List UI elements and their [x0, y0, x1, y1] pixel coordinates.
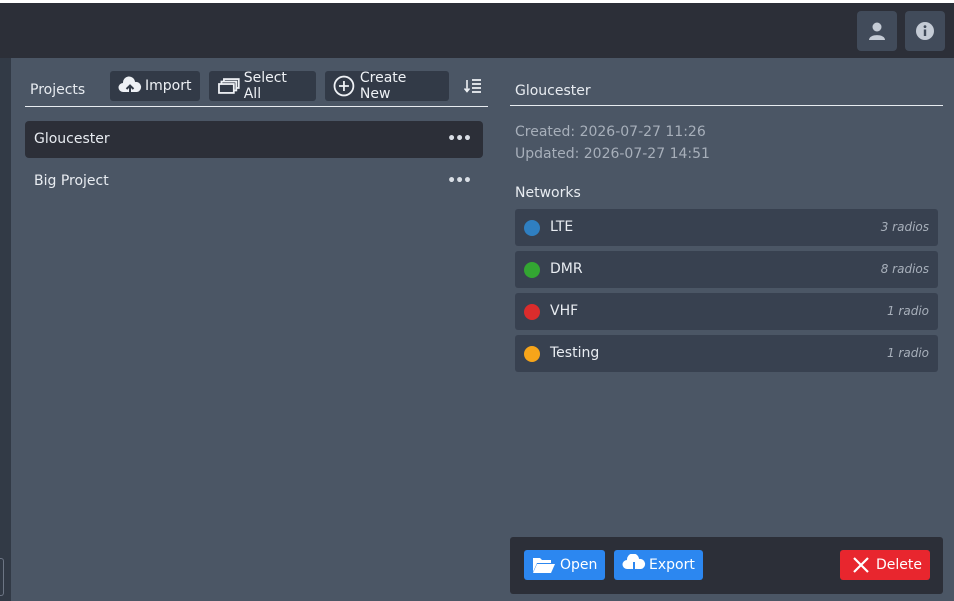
detail-title: Gloucester — [515, 83, 591, 99]
divider — [510, 105, 943, 106]
network-color-dot — [524, 262, 540, 278]
project-name: Gloucester — [34, 131, 110, 147]
project-item-big-project[interactable]: Big Project ••• — [25, 163, 483, 200]
info-icon — [916, 22, 934, 40]
import-label: Import — [145, 78, 192, 94]
network-name: VHF — [550, 303, 579, 319]
delete-button[interactable]: Delete — [840, 550, 930, 580]
radio-count: 8 radios — [880, 262, 929, 276]
more-options-icon[interactable]: ••• — [447, 131, 472, 147]
network-color-dot — [524, 220, 540, 236]
network-item-testing[interactable]: Testing 1 radio — [515, 335, 938, 372]
import-button[interactable]: Import — [110, 71, 200, 101]
projects-title: Projects — [30, 82, 86, 98]
updated-timestamp: Updated: 2026-07-27 14:51 — [515, 146, 710, 162]
info-button[interactable] — [905, 11, 945, 51]
radio-count: 1 radio — [886, 346, 929, 360]
sidebar-toggle-handle[interactable] — [0, 558, 4, 596]
more-options-icon[interactable]: ••• — [447, 173, 472, 189]
select-all-label: Select All — [243, 70, 287, 102]
projects-toolbar: Projects Import Select All Create New — [25, 70, 488, 107]
cloud-download-icon — [622, 554, 646, 575]
network-name: DMR — [550, 261, 583, 277]
created-timestamp: Created: 2026-07-27 11:26 — [515, 124, 706, 140]
select-all-button[interactable]: Select All — [209, 70, 316, 102]
radio-count: 1 radio — [886, 304, 929, 318]
network-name: LTE — [550, 219, 574, 235]
plus-circle-icon — [333, 75, 355, 97]
network-name: Testing — [550, 345, 600, 361]
networks-heading: Networks — [515, 185, 581, 201]
project-name: Big Project — [34, 173, 109, 189]
user-icon — [869, 22, 885, 40]
open-button[interactable]: Open — [524, 550, 605, 580]
create-new-label: Create New — [359, 70, 407, 102]
select-all-icon — [218, 78, 240, 94]
open-label: Open — [560, 557, 598, 573]
network-color-dot — [524, 346, 540, 362]
sort-icon[interactable] — [463, 76, 483, 96]
network-color-dot — [524, 304, 540, 320]
action-footer: Open Export Delete — [510, 537, 943, 594]
close-icon — [853, 557, 869, 573]
cloud-upload-icon — [118, 76, 142, 95]
network-item-lte[interactable]: LTE 3 radios — [515, 209, 938, 246]
project-item-gloucester[interactable]: Gloucester ••• — [25, 121, 483, 158]
user-button[interactable] — [857, 11, 897, 51]
delete-label: Delete — [876, 557, 922, 573]
app-header — [0, 3, 954, 58]
left-sidebar-strip — [0, 58, 11, 601]
radio-count: 3 radios — [880, 220, 929, 234]
network-item-vhf[interactable]: VHF 1 radio — [515, 293, 938, 330]
export-label: Export — [649, 557, 695, 573]
create-new-button[interactable]: Create New — [325, 70, 449, 102]
folder-open-icon — [533, 558, 555, 573]
export-button[interactable]: Export — [614, 550, 703, 580]
network-item-dmr[interactable]: DMR 8 radios — [515, 251, 938, 288]
